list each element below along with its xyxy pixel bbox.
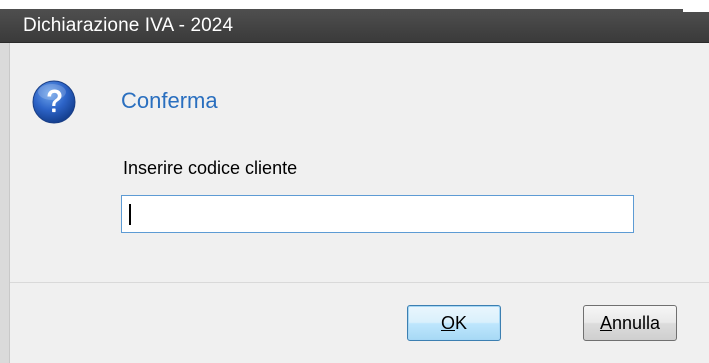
customer-code-input[interactable] — [121, 195, 634, 233]
window-title: Dichiarazione IVA - 2024 — [23, 15, 234, 36]
cancel-mnemonic: A — [599, 313, 612, 333]
title-bar-corner — [683, 0, 709, 12]
dialog-window: Dichiarazione IVA - 2024 Conferma Inseri… — [0, 0, 709, 363]
question-icon — [32, 80, 76, 124]
text-caret — [129, 204, 131, 225]
dialog-body — [0, 43, 709, 281]
title-bar-top-edge — [0, 0, 709, 9]
customer-code-label: Inserire codice cliente — [123, 158, 298, 178]
dialog-heading: Conferma — [121, 88, 218, 113]
ok-button[interactable]: OK — [407, 305, 501, 341]
title-bar[interactable]: Dichiarazione IVA - 2024 — [0, 0, 709, 43]
ok-mnemonic: O — [440, 313, 455, 333]
cancel-button[interactable]: Annulla — [583, 305, 677, 341]
window-left-border — [0, 43, 10, 363]
ok-label: K — [455, 313, 468, 333]
cancel-label: nnulla — [611, 313, 661, 333]
